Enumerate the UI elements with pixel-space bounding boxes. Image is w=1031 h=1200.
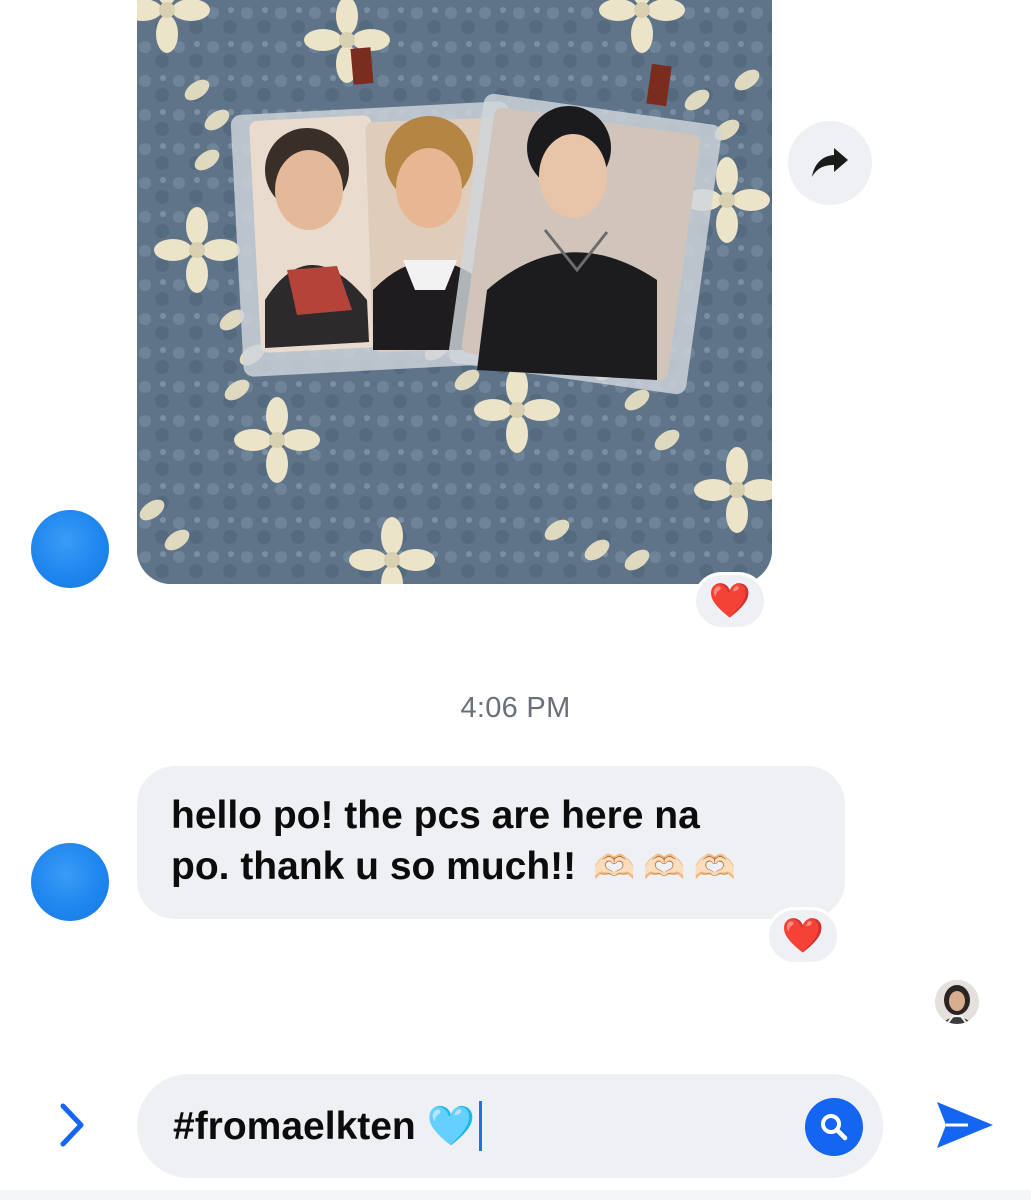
gif-search-button[interactable]: [805, 1098, 863, 1156]
chat-thread: ❤️ 4:06 PM hello po! the pcs are here na…: [0, 0, 1031, 1200]
heart-hands-icon: 🫶🏻: [593, 849, 636, 888]
send-button[interactable]: [932, 1095, 998, 1155]
message-input-value: #fromaelkten 🩵: [173, 1105, 476, 1148]
heart-hands-icon: 🫶🏻: [643, 849, 686, 888]
heart-icon: ❤️: [781, 917, 825, 955]
photo-reaction[interactable]: ❤️: [693, 572, 767, 630]
send-icon: [937, 1102, 993, 1148]
message-input[interactable]: #fromaelkten 🩵: [137, 1074, 883, 1178]
bottom-divider: [0, 1190, 1031, 1200]
photocard-photo-icon: [137, 0, 772, 584]
search-icon: [821, 1114, 848, 1141]
message-bubble[interactable]: hello po! the pcs are here na po. thank …: [137, 766, 845, 919]
text-cursor: [479, 1101, 483, 1151]
read-receipt-avatar: [935, 980, 979, 1024]
message-line-2: po. thank u so much!!: [171, 845, 577, 888]
photo-message[interactable]: [137, 0, 772, 584]
message-line-1: hello po! the pcs are here na: [171, 794, 700, 837]
chevron-right-icon: [60, 1103, 84, 1147]
sender-avatar[interactable]: [31, 510, 109, 588]
heart-hands-emojis: 🫶🏻 🫶🏻 🫶🏻: [593, 843, 736, 894]
share-arrow-icon: [812, 148, 848, 177]
expand-actions-button[interactable]: [50, 1095, 94, 1155]
heart-hands-icon: 🫶🏻: [693, 849, 737, 888]
message-timestamp: 4:06 PM: [460, 692, 571, 724]
share-button[interactable]: [788, 121, 872, 205]
sender-avatar[interactable]: [31, 843, 109, 921]
message-reaction[interactable]: ❤️: [766, 907, 840, 965]
heart-icon: ❤️: [708, 582, 752, 620]
